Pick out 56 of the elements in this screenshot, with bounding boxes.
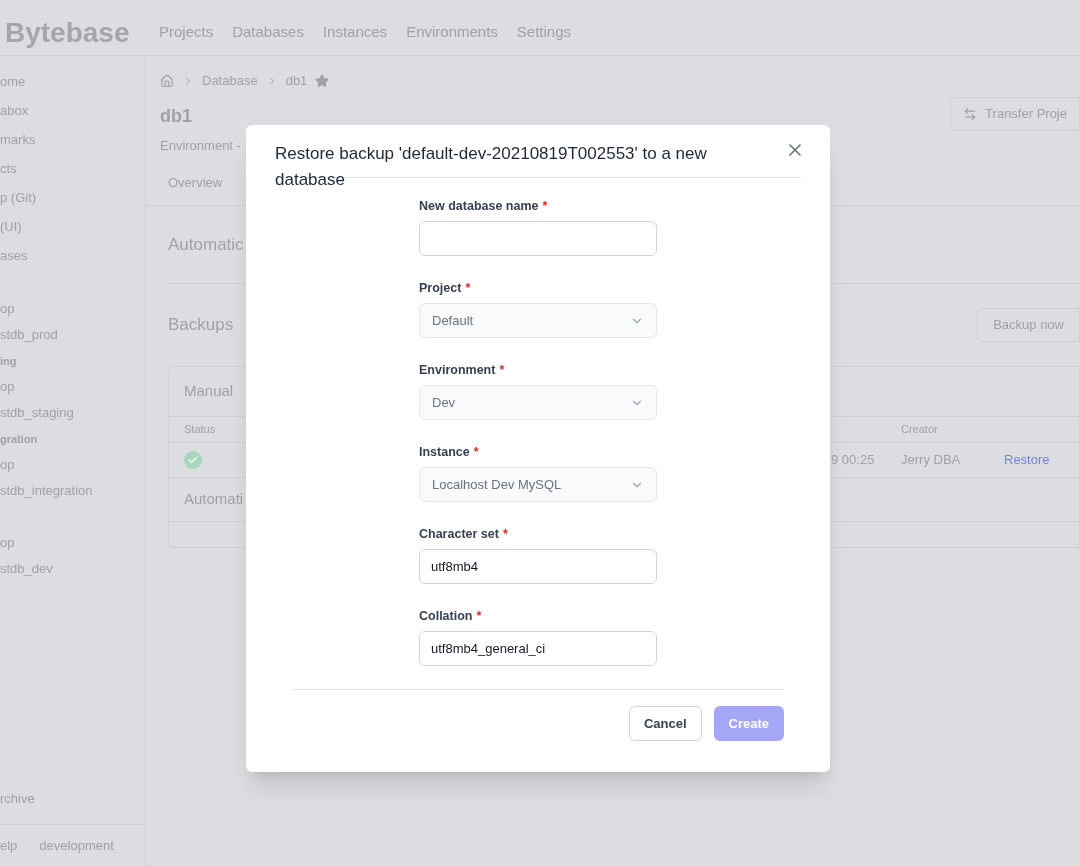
environment-label: Environment - bbox=[160, 136, 241, 155]
home-icon[interactable] bbox=[160, 73, 174, 88]
logo-text: Bytebase bbox=[5, 15, 131, 50]
sidebar-item[interactable]: rchive bbox=[0, 784, 145, 814]
column-header: Status bbox=[183, 422, 216, 438]
sidebar-item[interactable]: op bbox=[0, 374, 145, 400]
required-mark: * bbox=[465, 281, 471, 296]
required-mark: * bbox=[473, 445, 479, 460]
column-header: Creator bbox=[901, 422, 938, 438]
required-mark: * bbox=[502, 527, 508, 542]
field-label: Instance bbox=[419, 445, 470, 460]
sidebar-item[interactable]: stdb_dev bbox=[0, 556, 145, 582]
field-label: Collation bbox=[419, 609, 473, 624]
table-cell-text: Jerry DBA bbox=[901, 451, 961, 470]
sidebar-item[interactable]: stdb_prod bbox=[0, 322, 145, 348]
transfer-project-button[interactable]: Transfer Proje bbox=[950, 96, 1080, 131]
success-icon bbox=[184, 451, 202, 469]
section-heading: Backups bbox=[168, 314, 234, 337]
sidebar-item[interactable]: stdb_staging bbox=[0, 400, 145, 426]
sidebar-item[interactable]: op bbox=[0, 530, 145, 556]
sidebar-item[interactable]: ases bbox=[0, 241, 145, 270]
table-cell-text: 9 00:25 bbox=[831, 451, 875, 470]
input-field[interactable]: utf8mb4 bbox=[419, 549, 657, 584]
field-label: Character set bbox=[419, 527, 499, 542]
nav-link[interactable]: Databases bbox=[232, 21, 304, 44]
input-field[interactable] bbox=[419, 221, 657, 256]
sidebar-item[interactable]: op bbox=[0, 296, 145, 322]
sidebar-item[interactable]: marks bbox=[0, 125, 145, 154]
nav-link[interactable]: Environments bbox=[406, 21, 498, 44]
breadcrumb-link[interactable]: Database bbox=[202, 71, 258, 91]
input-field[interactable]: utf8mb4_general_ci bbox=[419, 631, 657, 666]
nav-link[interactable]: Settings bbox=[516, 21, 572, 44]
sidebar-item[interactable]: stdb_integration bbox=[0, 478, 145, 504]
database-title: db1 bbox=[160, 104, 193, 128]
field-label: Project bbox=[419, 281, 462, 296]
sidebar-item[interactable]: op bbox=[0, 452, 145, 478]
backup-now-button[interactable]: Backup now bbox=[977, 308, 1080, 342]
nav-link[interactable]: Instances bbox=[322, 21, 388, 44]
restore-link[interactable]: Restore bbox=[1004, 450, 1050, 470]
transfer-icon bbox=[963, 106, 978, 121]
sidebar-item[interactable]: ome bbox=[0, 67, 145, 96]
sidebar-item[interactable]: p (Git) bbox=[0, 183, 145, 212]
sidebar-item[interactable]: (UI) bbox=[0, 212, 145, 241]
breadcrumb-link[interactable]: db1 bbox=[285, 71, 308, 91]
nav-link[interactable]: Projects bbox=[159, 21, 214, 44]
sidebar-item[interactable]: abox bbox=[0, 96, 145, 125]
dialog-title: Restore backup 'default-dev-20210819T002553' to a new database bbox=[275, 143, 708, 191]
footer-link[interactable]: development bbox=[39, 835, 114, 856]
create-button[interactable]: Create bbox=[713, 706, 784, 741]
sidebar-section-header: ing bbox=[0, 354, 18, 369]
required-mark: * bbox=[476, 609, 482, 624]
footer-link[interactable]: elp bbox=[0, 835, 18, 856]
star-icon[interactable] bbox=[315, 73, 330, 88]
cancel-button[interactable]: Cancel bbox=[628, 706, 702, 741]
sidebar-item[interactable]: cts bbox=[0, 154, 145, 183]
sidebar-section-header: gration bbox=[0, 432, 39, 447]
